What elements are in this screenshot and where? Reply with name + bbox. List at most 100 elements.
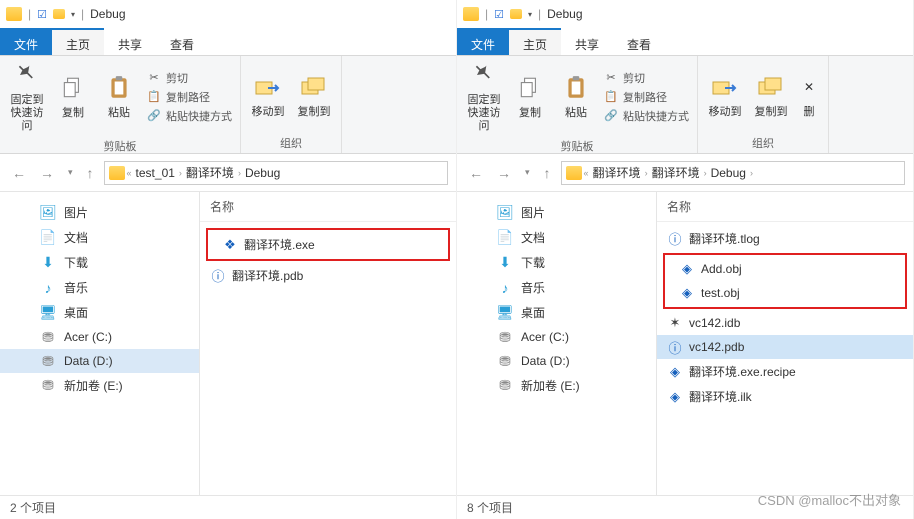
pasteshortcut-button[interactable]: 🔗粘贴快捷方式 [146, 108, 232, 124]
file-row[interactable]: ◈翻译环境.ilk [657, 384, 913, 409]
folder-icon-2 [510, 9, 522, 19]
downloads-icon: ⬇ [40, 255, 56, 271]
cut-button[interactable]: ✂剪切 [603, 70, 689, 86]
tab-share[interactable]: 共享 [561, 28, 613, 55]
file-row[interactable]: ✶vc142.idb [657, 311, 913, 335]
cut-button[interactable]: ✂剪切 [146, 70, 232, 86]
copypath-button[interactable]: 📋复制路径 [603, 89, 689, 105]
tab-home[interactable]: 主页 [52, 28, 104, 55]
sidebar-item[interactable]: ⛃新加卷 (E:) [0, 373, 199, 398]
sidebar-item-label: Acer (C:) [521, 330, 569, 344]
paste-button[interactable]: 粘贴 [96, 58, 142, 136]
copyto-button[interactable]: 复制到 [291, 58, 337, 133]
up-button[interactable]: ↑ [540, 163, 555, 183]
file-row[interactable]: ❖翻译环境.exe [212, 232, 444, 257]
breadcrumb-item[interactable]: 翻译环境 [184, 164, 236, 181]
sidebar-item[interactable]: ⬇ 下载 [0, 250, 199, 275]
ribbon: 固定到 快速访问 复制 粘贴 ✂剪切 📋复制路径 🔗粘贴快捷方式 剪贴板 [0, 56, 456, 154]
chevron-down-icon[interactable]: ▾ [71, 10, 75, 19]
group-label: 剪贴板 [4, 136, 236, 156]
sidebar-item-label: 下载 [64, 254, 88, 271]
breadcrumb-bar[interactable]: « 翻译环境 › 翻译环境 › Debug › [561, 161, 905, 185]
file-name: 翻译环境.ilk [689, 388, 752, 405]
breadcrumb-item[interactable]: test_01 [134, 166, 177, 180]
sidebar: 🖼图片📄文档 ⬇ 下载 ♪音乐🖥桌面⛃Acer (C:)⛃Data (D:)⛃新加卷 … [0, 192, 200, 495]
drive-icon: ⛃ [497, 378, 513, 394]
desktop-icon: 🖥 [40, 305, 56, 321]
file-row[interactable]: ◈翻译环境.exe.recipe [657, 359, 913, 384]
moveto-icon [253, 72, 283, 102]
tab-view[interactable]: 查看 [156, 28, 208, 55]
shortcut-icon: 🔗 [603, 108, 619, 124]
history-button[interactable]: ▾ [64, 165, 77, 180]
moveto-button[interactable]: 移动到 [245, 58, 291, 133]
sidebar-item[interactable]: ⛃新加卷 (E:) [457, 373, 656, 398]
music-icon: ♪ [497, 280, 513, 296]
tab-share[interactable]: 共享 [104, 28, 156, 55]
file-row[interactable]: ⓘ翻译环境.tlog [657, 226, 913, 251]
up-button[interactable]: ↑ [83, 163, 98, 183]
forward-button[interactable]: → [493, 163, 515, 183]
sidebar-item[interactable]: 🖼图片 [457, 200, 656, 225]
column-header-name[interactable]: 名称 [657, 192, 913, 222]
sidebar-item[interactable]: ⬇下载 [457, 250, 656, 275]
sidebar-item[interactable]: ⛃Acer (C:) [457, 325, 656, 349]
sidebar-item[interactable]: ⛃Data (D:) [457, 349, 656, 373]
downloads-icon: ⬇ [497, 255, 513, 271]
sidebar-item[interactable]: ⛃Acer (C:) [0, 325, 199, 349]
breadcrumb-item[interactable]: 翻译环境 [650, 164, 702, 181]
sidebar-item[interactable]: ♪音乐 [0, 275, 199, 300]
tab-file[interactable]: 文件 [457, 28, 509, 55]
sidebar-item[interactable]: 📄文档 [0, 225, 199, 250]
copypath-button[interactable]: 📋复制路径 [146, 89, 232, 105]
paste-button[interactable]: 粘贴 [553, 58, 599, 136]
file-row[interactable]: ◈test.obj [669, 281, 901, 305]
docs-icon: 📄 [497, 230, 513, 246]
tab-home[interactable]: 主页 [509, 28, 561, 55]
pin-button[interactable]: 固定到 快速访问 [4, 58, 50, 136]
breadcrumb-item[interactable]: Debug [243, 166, 282, 180]
pin-button[interactable]: 固定到 快速访问 [461, 58, 507, 136]
breadcrumb-item[interactable]: Debug [709, 166, 748, 180]
copyto-button[interactable]: 复制到 [748, 58, 794, 133]
file-icon: ⓘ [210, 268, 226, 284]
copy-button[interactable]: 复制 [507, 58, 553, 136]
file-name: 翻译环境.exe.recipe [689, 363, 796, 380]
file-row[interactable]: ⓘ 翻译环境.pdb [200, 263, 456, 288]
sidebar-item[interactable]: 🖥桌面 [457, 300, 656, 325]
divider: | [81, 7, 84, 21]
moveto-button[interactable]: 移动到 [702, 58, 748, 133]
chevron-left-icon: « [584, 168, 589, 178]
nav-bar: ← → ▾ ↑ « test_01 › 翻译环境 › Debug [0, 154, 456, 192]
forward-button[interactable]: → [36, 163, 58, 183]
breadcrumb-bar[interactable]: « test_01 › 翻译环境 › Debug [104, 161, 448, 185]
sidebar-item[interactable]: 📄 文档 [457, 225, 656, 250]
file-name: 翻译环境.pdb [232, 267, 303, 284]
sidebar-item[interactable]: ⛃Data (D:) [0, 349, 199, 373]
chevron-down-icon[interactable]: ▾ [528, 10, 532, 19]
sidebar-item-label: 文档 [521, 229, 545, 246]
paste-icon [104, 73, 134, 103]
file-list: ⓘ翻译环境.tlog ◈Add.obj◈test.obj ✶vc142.idbⓘvc… [657, 222, 913, 495]
file-icon: ◈ [679, 285, 695, 301]
back-button[interactable]: ← [8, 163, 30, 183]
sidebar-item[interactable]: 🖼图片 [0, 200, 199, 225]
folder-icon [6, 7, 22, 21]
column-header-name[interactable]: 名称 [200, 192, 456, 222]
drive-icon: ⛃ [40, 378, 56, 394]
sidebar-item-label: 音乐 [64, 279, 88, 296]
tab-file[interactable]: 文件 [0, 28, 52, 55]
back-button[interactable]: ← [465, 163, 487, 183]
file-row[interactable]: ⓘvc142.pdb [657, 335, 913, 359]
file-row[interactable]: ◈Add.obj [669, 257, 901, 281]
tab-view[interactable]: 查看 [613, 28, 665, 55]
check-icon: ☑ [494, 8, 504, 21]
history-button[interactable]: ▾ [521, 165, 534, 180]
copy-button[interactable]: 复制 [50, 58, 96, 136]
sidebar-item[interactable]: 🖥桌面 [0, 300, 199, 325]
breadcrumb-item[interactable]: 翻译环境 [591, 164, 643, 181]
sidebar-item[interactable]: ♪音乐 [457, 275, 656, 300]
delete-button[interactable]: ✕删 [794, 58, 824, 133]
file-icon: ⓘ [667, 231, 683, 247]
pasteshortcut-button[interactable]: 🔗粘贴快捷方式 [603, 108, 689, 124]
